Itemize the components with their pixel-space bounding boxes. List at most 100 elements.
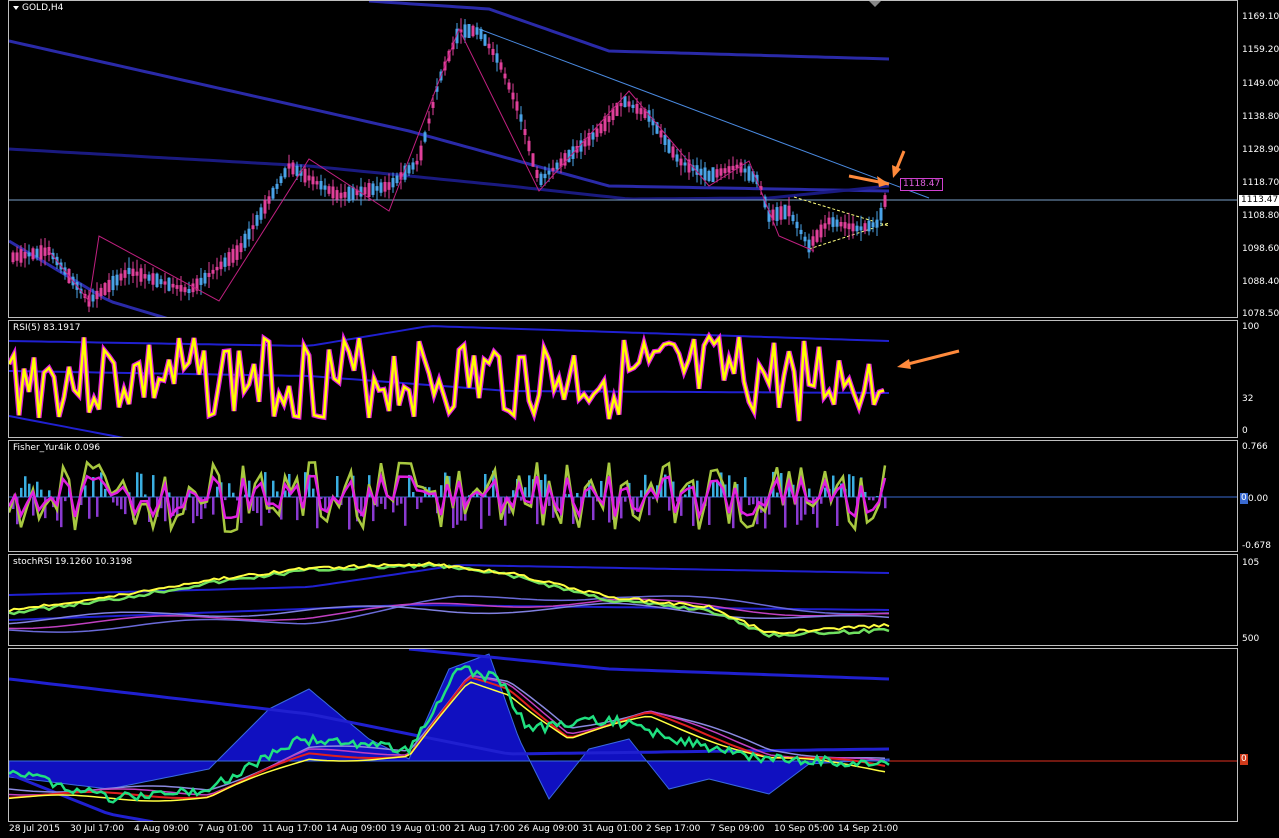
candle-body <box>467 24 471 38</box>
candle-body <box>503 73 507 79</box>
candle-body <box>727 166 731 173</box>
fisher-histogram-bar <box>692 497 695 526</box>
candle-body <box>395 175 399 184</box>
price-tick: 1088.40 <box>1242 277 1279 287</box>
candle-body <box>783 204 787 220</box>
price-chart-canvas[interactable] <box>9 1 1238 318</box>
fisher-histogram-bar <box>668 497 671 511</box>
oscillator-canvas[interactable] <box>9 649 1238 822</box>
rsi-tick: 0 <box>1242 426 1248 436</box>
rsi-upper-band <box>9 325 890 347</box>
candle-body <box>147 274 151 281</box>
time-tick: 14 Sep 21:00 <box>838 824 899 834</box>
candle-body <box>659 130 663 138</box>
candle-body <box>427 118 431 124</box>
candle-body <box>155 273 159 288</box>
candle-body <box>375 186 379 191</box>
fisher-tick: -0.678 <box>1242 541 1272 551</box>
candle-body <box>711 167 715 183</box>
candle-body <box>423 132 427 142</box>
candle-body <box>171 283 175 288</box>
candle-body <box>883 195 887 207</box>
candle-body <box>631 104 635 108</box>
time-tick: 30 Jul 17:00 <box>70 824 124 834</box>
time-tick: 26 Aug 09:00 <box>518 824 579 834</box>
fisher-histogram-bar <box>876 496 879 497</box>
candle-body <box>595 128 599 137</box>
candle-body <box>215 266 219 271</box>
candle-body <box>547 170 551 175</box>
candle-body <box>391 178 395 188</box>
fisher-histogram-bar <box>872 497 875 501</box>
candle-body <box>335 190 339 200</box>
fisher-histogram-bar <box>416 497 419 510</box>
fisher-histogram-bar <box>88 497 91 519</box>
time-tick: 31 Aug 01:00 <box>582 824 643 834</box>
dropdown-arrow-icon[interactable] <box>13 5 19 10</box>
candle-body <box>271 187 275 199</box>
candle-body <box>27 252 31 257</box>
candle-body <box>835 219 839 227</box>
candle-body <box>555 162 559 170</box>
fisher-histogram-bar <box>652 497 655 500</box>
candle-body <box>311 176 315 185</box>
fisher-histogram-bar <box>96 497 99 517</box>
orange-arrow-head <box>897 359 911 369</box>
fisher-histogram-bar <box>404 497 407 526</box>
fisher-histogram-bar <box>592 497 595 521</box>
candle-body <box>303 168 307 183</box>
candle-body <box>251 225 255 230</box>
candle-body <box>823 223 827 229</box>
candle-body <box>871 222 875 228</box>
fisher-histogram-bar <box>224 497 227 501</box>
candle-body <box>327 186 331 194</box>
candle-body <box>243 233 247 248</box>
candle-body <box>159 279 163 285</box>
fisher-histogram-bar <box>120 497 123 510</box>
stochrsi-canvas[interactable] <box>9 555 1238 646</box>
fisher-pane[interactable]: Fisher_Yur4ik 0.096 <box>8 440 1238 552</box>
fisher-histogram-bar <box>324 497 327 511</box>
rsi-canvas[interactable] <box>9 321 1238 438</box>
fisher-histogram-bar <box>624 497 627 502</box>
time-tick: 19 Aug 01:00 <box>390 824 451 834</box>
fisher-histogram-bar <box>152 475 155 497</box>
rsi-pane[interactable]: RSI(5) 83.1917 <box>8 320 1238 438</box>
trendline-price-tag[interactable]: 1118.47 <box>900 178 944 191</box>
fisher-histogram-bar <box>808 488 811 497</box>
candle-body <box>527 140 531 152</box>
rsi-lower-band <box>9 415 124 437</box>
candle-body <box>223 257 227 267</box>
price-pane[interactable]: GOLD,H4 <box>8 0 1238 318</box>
fisher-histogram-bar <box>164 497 167 522</box>
candle-body <box>667 139 671 153</box>
candle-body <box>255 214 259 226</box>
fisher-histogram-bar <box>412 492 415 497</box>
candle-body <box>487 43 491 49</box>
fisher-histogram-bar <box>696 480 699 497</box>
fisher-histogram-bar <box>20 487 23 497</box>
fisher-histogram-bar <box>868 497 871 501</box>
fisher-tick: 0.766 <box>1242 442 1268 452</box>
stochrsi-pane[interactable]: stochRSI 19.1260 10.3198 <box>8 554 1238 646</box>
chart-window[interactable]: GOLD,H4 RSI(5) 83.1917 Fisher_Yur4ik 0.0… <box>0 0 1279 838</box>
fisher-histogram-bar <box>536 497 539 525</box>
fisher-histogram-bar <box>836 497 839 527</box>
candle-body <box>227 252 231 266</box>
fisher-histogram-bar <box>296 497 299 521</box>
fisher-histogram-bar <box>620 497 623 519</box>
rsi-tick: 32 <box>1242 394 1254 404</box>
candle-body <box>295 165 299 176</box>
oscillator-pane[interactable] <box>8 648 1238 822</box>
candle-body <box>407 165 411 174</box>
fisher-histogram-bar <box>776 492 779 497</box>
time-tick: 11 Aug 17:00 <box>262 824 323 834</box>
candle-body <box>675 154 679 162</box>
fisher-histogram-bar <box>884 497 887 509</box>
fisher-histogram-bar <box>400 497 403 504</box>
candle-body <box>15 252 19 261</box>
fisher-canvas[interactable] <box>9 441 1238 552</box>
candle-body <box>287 163 291 169</box>
orange-arrow <box>903 349 960 367</box>
fisher-histogram-bar <box>440 485 443 497</box>
